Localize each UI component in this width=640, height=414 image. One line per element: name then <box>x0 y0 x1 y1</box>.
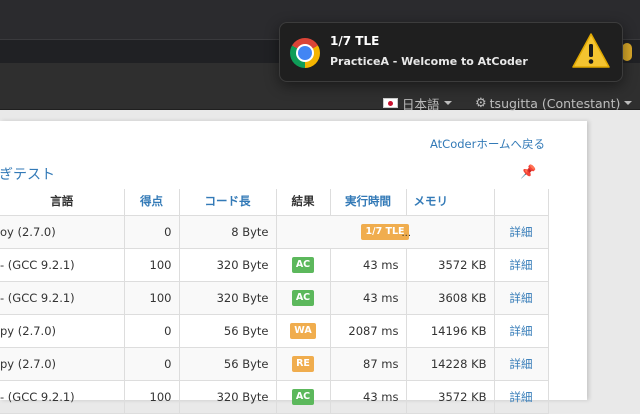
result-cell: WA <box>275 313 331 348</box>
language-label: 日本語 <box>402 96 440 112</box>
detail-link[interactable]: 詳細 <box>493 346 549 381</box>
score-cell: 100 <box>123 280 180 315</box>
score-cell: 0 <box>123 313 180 348</box>
code-length-cell: 320 Byte <box>178 280 277 315</box>
table-row: py (2.7.0) 0 56 Byte RE 87 ms 14228 KB 詳… <box>0 346 549 381</box>
memory-cell: 3572 KB <box>405 247 495 282</box>
code-length-cell: 8 Byte <box>178 214 277 249</box>
status-badge: RE <box>292 356 314 372</box>
chrome-logo-icon <box>290 38 320 68</box>
col-header-exec-time[interactable]: 実行時間 <box>329 189 407 216</box>
status-badge: AC <box>291 290 315 306</box>
detail-link[interactable]: 詳細 <box>493 247 549 282</box>
language-cell: oy (2.7.0) <box>0 214 125 249</box>
notification-title: 1/7 TLE <box>330 34 380 48</box>
chevron-down-icon <box>624 101 633 105</box>
status-badge: AC <box>291 257 315 273</box>
notification-body: PracticeA - Welcome to AtCoder <box>330 55 528 68</box>
code-length-cell: 320 Byte <box>178 379 277 414</box>
result-cell: AC <box>275 280 331 315</box>
progress-ellipsis: ... <box>401 227 412 239</box>
user-menu-dropdown[interactable]: ⚙ tsugitta (Contestant) <box>475 88 633 118</box>
submissions-panel: AtCoderホームへ戻る ぎテスト 📌 言語 得点 コード長 結果 実行時間 … <box>0 121 587 414</box>
code-length-cell: 56 Byte <box>178 313 277 348</box>
table-row: - (GCC 9.2.1) 100 320 Byte AC 43 ms 3608… <box>0 280 549 315</box>
language-cell: - (GCC 9.2.1) <box>0 280 125 315</box>
exec-time-cell: 2087 ms <box>329 313 407 348</box>
language-cell: py (2.7.0) <box>0 346 125 381</box>
pin-icon[interactable]: 📌 <box>520 165 536 180</box>
language-cell: py (2.7.0) <box>0 313 125 348</box>
desktop-notification[interactable]: 1/7 TLE PracticeA - Welcome to AtCoder <box>279 22 623 82</box>
table-row: - (GCC 9.2.1) 100 320 Byte AC 43 ms 3572… <box>0 379 549 414</box>
result-cell: RE <box>275 346 331 381</box>
japan-flag-icon <box>383 98 398 108</box>
gear-icon: ⚙ <box>475 95 487 111</box>
exec-time-cell: 43 ms <box>329 280 407 315</box>
exec-time-cell: 43 ms <box>329 379 407 414</box>
language-cell: - (GCC 9.2.1) <box>0 247 125 282</box>
exec-time-cell: 87 ms <box>329 346 407 381</box>
memory-cell: 14228 KB <box>405 346 495 381</box>
detail-link[interactable]: 詳細 <box>493 379 549 414</box>
memory-cell: 3608 KB <box>405 280 495 315</box>
score-cell: 0 <box>123 214 180 249</box>
submissions-table: 言語 得点 コード長 結果 実行時間 メモリ oy (2.7.0) 0 8 By… <box>0 189 549 414</box>
warning-icon <box>572 33 610 68</box>
result-cell: AC <box>275 247 331 282</box>
user-label: tsugitta (Contestant) <box>489 95 621 111</box>
table-row: oy (2.7.0) 0 8 Byte 1/7 TLE ... 詳細 <box>0 214 549 249</box>
detail-link[interactable]: 詳細 <box>493 313 549 348</box>
section-title[interactable]: ぎテスト <box>0 164 55 184</box>
table-row: - (GCC 9.2.1) 100 320 Byte AC 43 ms 3572… <box>0 247 549 282</box>
exec-time-cell: 43 ms <box>329 247 407 282</box>
score-cell: 0 <box>123 346 180 381</box>
col-header-detail <box>493 189 549 216</box>
col-header-result: 結果 <box>275 189 331 216</box>
col-header-memory[interactable]: メモリ <box>405 189 495 216</box>
score-cell: 100 <box>123 379 180 414</box>
language-dropdown[interactable]: 日本語 <box>383 88 452 118</box>
table-header-row: 言語 得点 コード長 結果 実行時間 メモリ <box>0 189 549 216</box>
judge-progress-cell: 1/7 TLE ... <box>275 214 495 249</box>
memory-cell: 3572 KB <box>405 379 495 414</box>
score-cell: 100 <box>123 247 180 282</box>
result-cell: AC <box>275 379 331 414</box>
chevron-down-icon <box>443 101 452 105</box>
table-row: py (2.7.0) 0 56 Byte WA 2087 ms 14196 KB… <box>0 313 549 348</box>
code-length-cell: 56 Byte <box>178 346 277 381</box>
home-link[interactable]: AtCoderホームへ戻る <box>430 136 545 152</box>
col-header-language[interactable]: 言語 <box>0 189 125 216</box>
col-header-score[interactable]: 得点 <box>123 189 180 216</box>
col-header-code-length[interactable]: コード長 <box>178 189 277 216</box>
status-badge: WA <box>290 323 316 339</box>
memory-cell: 14196 KB <box>405 313 495 348</box>
detail-link[interactable]: 詳細 <box>493 280 549 315</box>
profile-indicator[interactable] <box>622 43 632 61</box>
status-badge: AC <box>291 389 315 405</box>
code-length-cell: 320 Byte <box>178 247 277 282</box>
detail-link[interactable]: 詳細 <box>493 214 549 249</box>
language-cell: - (GCC 9.2.1) <box>0 379 125 414</box>
